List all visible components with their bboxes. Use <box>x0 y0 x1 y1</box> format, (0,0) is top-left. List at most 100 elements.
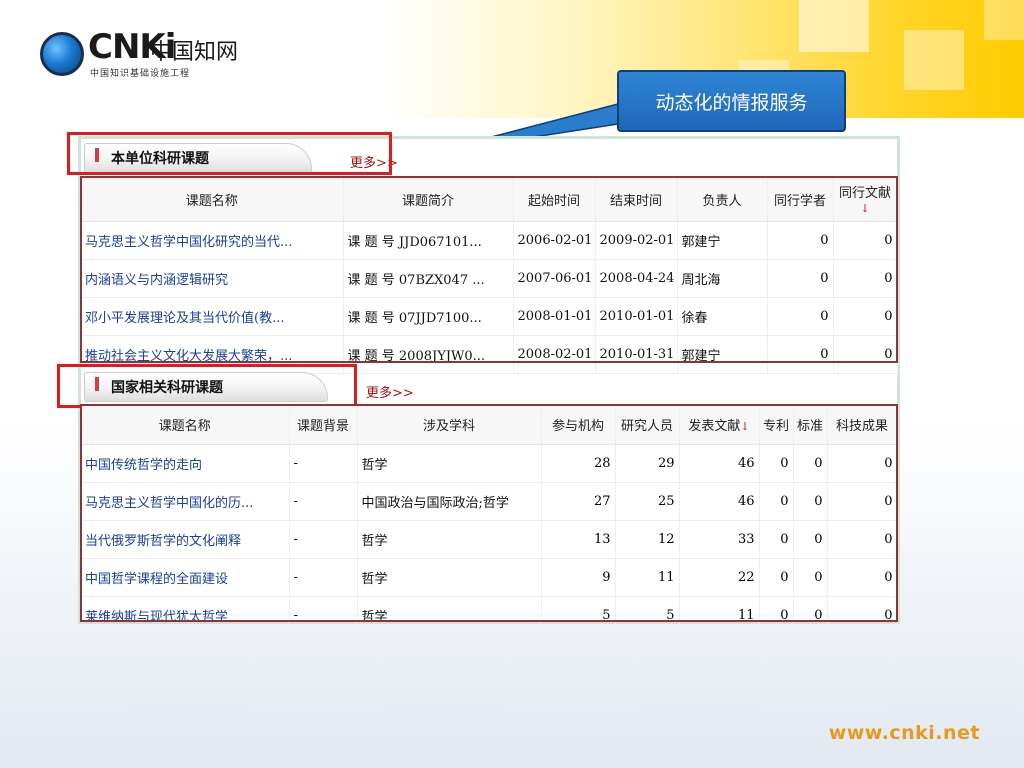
end-date: 2008-04-24 <box>595 259 678 298</box>
peer-literature-count: 0 <box>833 335 898 374</box>
table-row: 中国传统哲学的走向 - 哲学 28 29 46 0 0 0 <box>81 444 898 483</box>
end-date: 2010-01-01 <box>595 297 678 336</box>
researchers-count: 5 <box>615 596 680 635</box>
column-header[interactable]: 研究人员 <box>615 404 680 445</box>
publications-count: 46 <box>679 482 760 521</box>
achievements-count: 0 <box>827 596 898 635</box>
column-header[interactable]: 同行学者 <box>767 177 834 222</box>
start-date: 2006-02-01 <box>513 221 596 260</box>
project-background: - <box>289 482 358 521</box>
project-name-link[interactable]: 中国哲学课程的全面建设 <box>81 558 290 597</box>
principal: 周北海 <box>677 259 768 298</box>
logo-chinese-name: 中国知网 <box>150 40 239 65</box>
institutions-count: 5 <box>541 596 616 635</box>
patents-count: 0 <box>759 596 794 635</box>
callout-text: 动态化的情报服务 <box>655 91 808 114</box>
publications-count: 33 <box>679 520 760 559</box>
principal: 郭建宁 <box>677 221 768 260</box>
column-header[interactable]: 科技成果 <box>827 404 898 445</box>
table-header-row: 课题名称 课题背景 涉及学科 参与机构 研究人员 发表文献↓ 专利 标准 科技成… <box>81 404 898 445</box>
column-header[interactable]: 课题名称 <box>81 177 344 222</box>
standards-count: 0 <box>793 558 828 597</box>
sort-arrow-icon[interactable]: ↓ <box>860 202 869 215</box>
peer-scholars-count: 0 <box>767 297 834 336</box>
end-date: 2009-02-01 <box>595 221 678 260</box>
peer-scholars-count: 0 <box>767 259 834 298</box>
standards-count: 0 <box>793 444 828 483</box>
table-row: 内涵语义与内涵逻辑研究 课 题 号 07BZX047 ... 2007-06-0… <box>81 259 898 298</box>
decoration-square <box>904 30 964 90</box>
project-name-link[interactable]: 马克思主义哲学中国化研究的当代... <box>81 221 344 260</box>
standards-count: 0 <box>793 482 828 521</box>
researchers-count: 11 <box>615 558 680 597</box>
standards-count: 0 <box>793 596 828 635</box>
start-date: 2008-02-01 <box>513 335 596 374</box>
column-header[interactable]: 涉及学科 <box>357 404 542 445</box>
local-projects-table: 课题名称 课题简介 起始时间 结束时间 负责人 同行学者 同行文献 ↓ 马克思主义… <box>81 177 898 374</box>
table-row: 莱维纳斯与现代犹太哲学 - 哲学 5 5 11 0 0 0 <box>81 596 898 635</box>
end-date: 2010-01-31 <box>595 335 678 374</box>
standards-count: 0 <box>793 520 828 559</box>
peer-literature-count: 0 <box>833 221 898 260</box>
institutions-count: 9 <box>541 558 616 597</box>
table-row: 中国哲学课程的全面建设 - 哲学 9 11 22 0 0 0 <box>81 558 898 597</box>
column-header[interactable]: 起始时间 <box>513 177 596 222</box>
subject-area: 中国政治与国际政治;哲学 <box>357 482 542 521</box>
column-header[interactable]: 专利 <box>759 404 794 445</box>
column-header-sortable[interactable]: 发表文献↓ <box>679 404 760 445</box>
project-background: - <box>289 520 358 559</box>
sort-arrow-icon[interactable]: ↓ <box>740 420 749 433</box>
column-header[interactable]: 课题背景 <box>289 404 358 445</box>
subject-area: 哲学 <box>357 444 542 483</box>
subject-area: 哲学 <box>357 520 542 559</box>
column-header[interactable]: 参与机构 <box>541 404 616 445</box>
project-name-link[interactable]: 莱维纳斯与现代犹太哲学 <box>81 596 290 635</box>
globe-icon <box>40 32 84 76</box>
principal: 徐春 <box>677 297 768 336</box>
cnki-logo: CNKi 中国知网 中国知识基础设施工程 <box>40 26 260 80</box>
publications-count: 22 <box>679 558 760 597</box>
column-header[interactable]: 负责人 <box>677 177 768 222</box>
column-header[interactable]: 课题名称 <box>81 404 290 445</box>
project-summary: 课 题 号 07JJD7100... <box>343 297 514 336</box>
researchers-count: 29 <box>615 444 680 483</box>
footer-url: www.cnki.net <box>828 722 980 744</box>
column-header-label: 发表文献 <box>688 418 741 434</box>
project-background: - <box>289 558 358 597</box>
institutions-count: 27 <box>541 482 616 521</box>
institutions-count: 28 <box>541 444 616 483</box>
decoration-square <box>799 0 869 52</box>
table-row: 马克思主义哲学中国化的历... - 中国政治与国际政治;哲学 27 25 46 … <box>81 482 898 521</box>
peer-scholars-count: 0 <box>767 335 834 374</box>
column-header[interactable]: 结束时间 <box>595 177 678 222</box>
logo-subtitle: 中国知识基础设施工程 <box>90 69 191 79</box>
publications-count: 11 <box>679 596 760 635</box>
subject-area: 哲学 <box>357 558 542 597</box>
start-date: 2008-01-01 <box>513 297 596 336</box>
project-background: - <box>289 596 358 635</box>
patents-count: 0 <box>759 558 794 597</box>
project-name-link[interactable]: 中国传统哲学的走向 <box>81 444 290 483</box>
project-name-link[interactable]: 邓小平发展理论及其当代价值(教... <box>81 297 344 336</box>
achievements-count: 0 <box>827 520 898 559</box>
project-summary: 课 题 号 JJD067101... <box>343 221 514 260</box>
project-name-link[interactable]: 马克思主义哲学中国化的历... <box>81 482 290 521</box>
achievements-count: 0 <box>827 558 898 597</box>
highlight-box <box>67 132 392 175</box>
publications-count: 46 <box>679 444 760 483</box>
project-name-link[interactable]: 内涵语义与内涵逻辑研究 <box>81 259 344 298</box>
achievements-count: 0 <box>827 444 898 483</box>
column-header[interactable]: 标准 <box>793 404 828 445</box>
column-header[interactable]: 课题简介 <box>343 177 514 222</box>
project-name-link[interactable]: 当代俄罗斯哲学的文化阐释 <box>81 520 290 559</box>
national-projects-table: 课题名称 课题背景 涉及学科 参与机构 研究人员 发表文献↓ 专利 标准 科技成… <box>81 404 898 635</box>
table-row: 马克思主义哲学中国化研究的当代... 课 题 号 JJD067101... 20… <box>81 221 898 260</box>
peer-literature-count: 0 <box>833 297 898 336</box>
highlight-box <box>57 364 357 408</box>
patents-count: 0 <box>759 520 794 559</box>
subject-area: 哲学 <box>357 596 542 635</box>
table-row: 当代俄罗斯哲学的文化阐释 - 哲学 13 12 33 0 0 0 <box>81 520 898 559</box>
column-header-sortable[interactable]: 同行文献 ↓ <box>833 177 898 222</box>
decoration-square <box>984 0 1024 40</box>
more-link-national-projects[interactable]: 更多>> <box>366 382 414 401</box>
